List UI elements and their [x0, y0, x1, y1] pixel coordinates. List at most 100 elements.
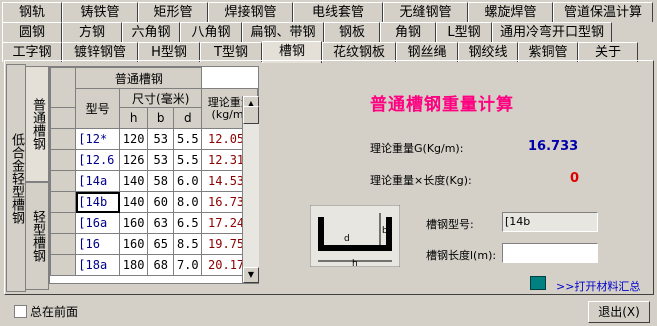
table-row[interactable]: [16a 160 63 6.5 17.240	[50, 212, 258, 234]
cell-model[interactable]: [12.6	[75, 149, 121, 171]
cell-d: 5.5	[173, 128, 203, 150]
cell-b: 58	[147, 170, 175, 192]
tab-spiral-pipe[interactable]: 螺旋焊管	[468, 2, 553, 22]
tab-h-beam[interactable]: H型钢	[138, 42, 200, 62]
length-input[interactable]	[502, 243, 598, 263]
model-field: [14b	[502, 212, 598, 232]
cell-b: 63	[147, 212, 175, 234]
weight-label: 理论重量G(Kg/m):	[370, 142, 464, 155]
cell-h: 140	[119, 191, 149, 213]
tab-row-1: 钢轨 铸铁管 矩形管 焊接钢管 电线套管 无缝钢管 螺旋焊管 管道保温计算	[2, 2, 653, 22]
side-tab-light[interactable]: 轻型槽钢	[25, 182, 49, 290]
row-header	[50, 254, 77, 276]
tab-welded-pipe[interactable]: 焊接钢管	[208, 2, 293, 22]
table-scrollbar[interactable]: ▲ ▼	[242, 96, 259, 283]
tab-checker-plate[interactable]: 花纹钢板	[322, 42, 396, 62]
tab-seamless-pipe[interactable]: 无缝钢管	[383, 2, 468, 22]
row-header	[50, 149, 77, 171]
tab-pipe-insulation[interactable]: 管道保温计算	[553, 2, 653, 22]
cell-b: 53	[147, 149, 175, 171]
calculator-icon[interactable]	[530, 276, 546, 290]
tab-round-bar[interactable]: 圆钢	[2, 22, 62, 42]
calc-title: 普通槽钢重量计算	[370, 95, 514, 115]
total-value: 0	[570, 171, 580, 186]
table-row-selected[interactable]: [14b 140 60 8.0 16.733	[50, 191, 258, 213]
tab-galvanized-pipe[interactable]: 镀锌钢管	[62, 42, 138, 62]
tab-copper-pipe[interactable]: 紫铜管	[518, 42, 578, 62]
length-label: 槽钢长度l(m):	[426, 249, 497, 262]
side-tab-normal[interactable]: 普通槽钢	[25, 66, 49, 182]
row-header	[50, 233, 77, 255]
row-gutter	[50, 107, 77, 129]
table-row[interactable]: [14a 140 58 6.0 14.535	[50, 170, 258, 192]
row-header	[50, 212, 77, 234]
col-size-header: 尺寸(毫米)	[119, 88, 203, 108]
cell-d: 8.0	[173, 191, 203, 213]
tab-wire-rope[interactable]: 钢丝绳	[396, 42, 458, 62]
cell-model[interactable]: [16	[75, 233, 121, 255]
exit-button[interactable]: 退出(X)	[588, 301, 650, 323]
tab-cold-formed[interactable]: 通用冷弯开口型钢	[492, 22, 612, 42]
row-header	[50, 191, 77, 213]
cell-d: 8.5	[173, 233, 203, 255]
scroll-down-icon[interactable]: ▼	[243, 267, 259, 283]
tab-row-3: 工字钢 镀锌钢管 H型钢 T型钢 槽钢 花纹钢板 钢丝绳 钢绞线 紫铜管 关于	[2, 41, 638, 63]
tab-strand[interactable]: 钢绞线	[458, 42, 518, 62]
always-on-top-label: 总在前面	[30, 305, 79, 319]
cell-h: 126	[119, 149, 149, 171]
table-caption: 普通槽钢	[75, 67, 203, 89]
cell-d: 6.5	[173, 212, 203, 234]
open-material-summary-link[interactable]: >>打开材料汇总	[556, 278, 640, 294]
cell-model-selected[interactable]: [14b	[75, 191, 121, 213]
weight-value: 16.733	[528, 139, 579, 154]
table-row[interactable]: [12* 120 53 5.5 12.059	[50, 128, 258, 150]
table-row[interactable]: [18a 180 68 7.0 20.174	[50, 254, 258, 276]
cell-h: 160	[119, 233, 149, 255]
tab-t-beam[interactable]: T型钢	[200, 42, 262, 62]
tab-conduit[interactable]: 电线套管	[293, 2, 383, 22]
tab-steel-plate[interactable]: 钢板	[324, 22, 380, 42]
tab-flat-steel[interactable]: 扁钢、带钢	[242, 22, 324, 42]
model-label: 槽钢型号:	[426, 218, 474, 231]
col-d-header: d	[173, 107, 203, 129]
tab-rect-pipe[interactable]: 矩形管	[138, 2, 208, 22]
col-h-header: h	[119, 107, 149, 129]
total-label: 理论重量×长度(Kg):	[370, 174, 472, 187]
tab-square-bar[interactable]: 方钢	[62, 22, 122, 42]
cell-h: 180	[119, 254, 149, 276]
row-header	[50, 128, 77, 150]
row-header	[50, 170, 77, 192]
cell-b: 65	[147, 233, 175, 255]
tab-cast-iron-pipe[interactable]: 铸铁管	[62, 2, 138, 22]
label-b: b	[382, 226, 388, 236]
cell-d: 5.5	[173, 149, 203, 171]
cell-h: 120	[119, 128, 149, 150]
tab-i-beam[interactable]: 工字钢	[2, 42, 62, 62]
scroll-thumb[interactable]	[243, 106, 259, 124]
cell-b: 60	[147, 191, 175, 213]
tab-rail[interactable]: 钢轨	[2, 2, 62, 22]
channel-diagram: b d h	[310, 205, 400, 267]
table-corner	[50, 67, 77, 108]
table-row[interactable]: [16 160 65 8.5 19.752	[50, 233, 258, 255]
side-tab-low-alloy[interactable]: 低合金轻型槽钢	[6, 64, 26, 292]
tab-hex-bar[interactable]: 六角钢	[122, 22, 180, 42]
tab-oct-bar[interactable]: 八角钢	[180, 22, 242, 42]
cell-b: 53	[147, 128, 175, 150]
label-d: d	[344, 234, 350, 244]
always-on-top-checkbox[interactable]	[14, 305, 27, 318]
cell-model[interactable]: [18a	[75, 254, 121, 276]
tab-angle-steel[interactable]: 角钢	[380, 22, 436, 42]
cell-d: 7.0	[173, 254, 203, 276]
cell-model[interactable]: [12*	[75, 128, 121, 150]
cell-d: 6.0	[173, 170, 203, 192]
tab-l-steel[interactable]: L型钢	[436, 22, 492, 42]
cell-model[interactable]: [14a	[75, 170, 121, 192]
channel-table[interactable]: 普通槽钢 型号 尺寸(毫米) 理论重量 (kg/m) h b d [12* 120…	[49, 66, 259, 284]
col-model-header: 型号	[75, 88, 121, 129]
label-h: h	[352, 259, 358, 267]
tab-about[interactable]: 关于	[578, 42, 638, 62]
cell-b: 68	[147, 254, 175, 276]
cell-model[interactable]: [16a	[75, 212, 121, 234]
table-row[interactable]: [12.6 126 53 5.5 12.318	[50, 149, 258, 171]
